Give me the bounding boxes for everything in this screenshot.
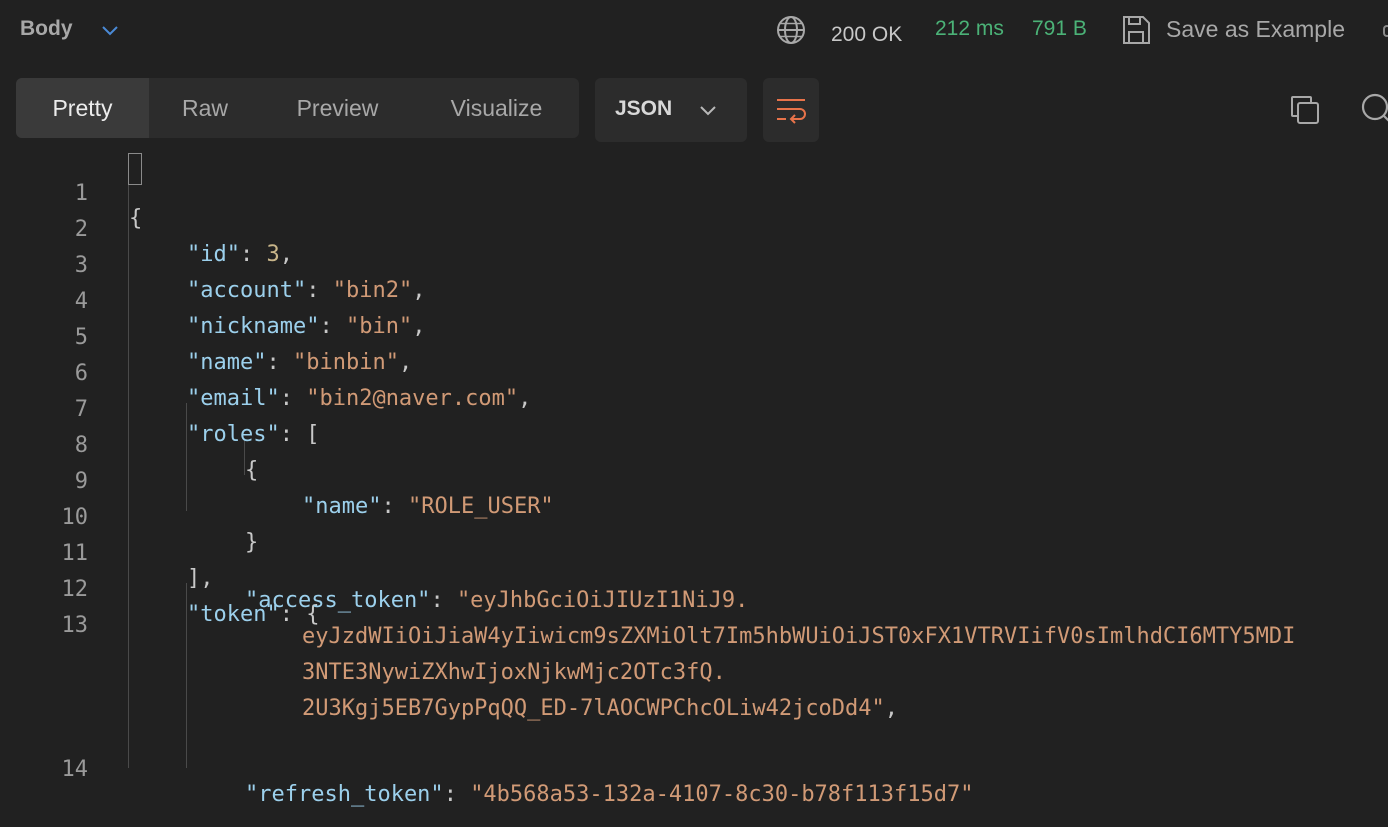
code-line: 10 } (0, 475, 1388, 555)
response-size[interactable]: 791 B (1032, 17, 1087, 41)
code-line: 14 "refresh_token": "4b568a53-132a-4107-… (0, 727, 1388, 807)
code-line: 5 "name": "binbin", (0, 295, 1388, 375)
tab-preview[interactable]: Preview (272, 78, 403, 138)
code-line: 13 "access_token": "eyJhbGciOiJIUzI1NiJ9… (0, 583, 1388, 727)
code-line: 9 "name": "ROLE_USER" (0, 439, 1388, 519)
code-line: 6 "email": "bin2@naver.com", (0, 331, 1388, 411)
save-as-example-button[interactable]: Save as Example (1166, 16, 1345, 43)
line-number: 14 (61, 757, 89, 782)
view-tabs: Pretty Raw Preview Visualize (16, 78, 579, 138)
code-line: 4 "nickname": "bin", (0, 259, 1388, 339)
json-value-wrap: 2U3Kgj5EB7GypPqQQ_ED-7lAOCWPChcOLiw42jco… (302, 696, 885, 721)
code-line: 8 { (0, 403, 1388, 483)
json-value: "eyJhbGciOiJIUzI1NiJ9. (456, 588, 749, 613)
save-icon[interactable] (1121, 14, 1151, 46)
code-lines: 1 { 2 "id": 3, 3 "account": "bin2", 4 "n… (0, 150, 1388, 807)
more-icon[interactable] (1383, 25, 1388, 37)
json-value-wrap: 3NTE3NywiZXhwIjoxNjkwMjc2OTc3fQ. (302, 660, 726, 685)
response-time[interactable]: 212 ms (935, 17, 1004, 41)
json-key: "access_token" (245, 588, 431, 613)
code-line: 1 { (0, 151, 1388, 231)
code-line: 3 "account": "bin2", (0, 223, 1388, 303)
line-number: 13 (61, 613, 89, 638)
json-value-wrap: eyJzdWIiOiJiaW4yIiwicm9sZXMiOlt7Im5hbWUi… (302, 624, 1296, 649)
code-content: "refresh_token": "4b568a53-132a-4107-8c3… (245, 782, 974, 807)
code-line: 11 ], (0, 511, 1388, 591)
wrap-lines-button[interactable] (763, 78, 819, 142)
code-line: 7 "roles": [ (0, 367, 1388, 447)
format-select[interactable]: JSON (595, 78, 747, 142)
copy-icon[interactable] (1289, 94, 1321, 126)
tab-visualize[interactable]: Visualize (430, 78, 563, 138)
json-value: "4b568a53-132a-4107-8c30-b78f113f15d7" (470, 782, 974, 807)
tab-pretty[interactable]: Pretty (16, 78, 149, 138)
json-key: "refresh_token" (245, 782, 444, 807)
search-icon[interactable] (1359, 92, 1388, 126)
tab-raw[interactable]: Raw (149, 78, 261, 138)
chevron-down-icon[interactable] (100, 20, 120, 40)
code-content: 2U3Kgj5EB7GypPqQQ_ED-7lAOCWPChcOLiw42jco… (302, 696, 899, 721)
code-line: 12 "token": { (0, 547, 1388, 627)
wrap-lines-icon (777, 99, 806, 124)
chevron-down-icon (700, 106, 716, 116)
response-header: Body 200 OK 212 ms 791 B Save as Example (0, 0, 1388, 62)
code-line: 2 "id": 3, (0, 187, 1388, 267)
format-selected-value: JSON (615, 97, 673, 120)
status-code[interactable]: 200 OK (831, 17, 902, 53)
body-label[interactable]: Body (20, 17, 73, 41)
globe-icon[interactable] (776, 15, 806, 45)
code-content: "access_token": "eyJhbGciOiJIUzI1NiJ9. (245, 588, 749, 613)
